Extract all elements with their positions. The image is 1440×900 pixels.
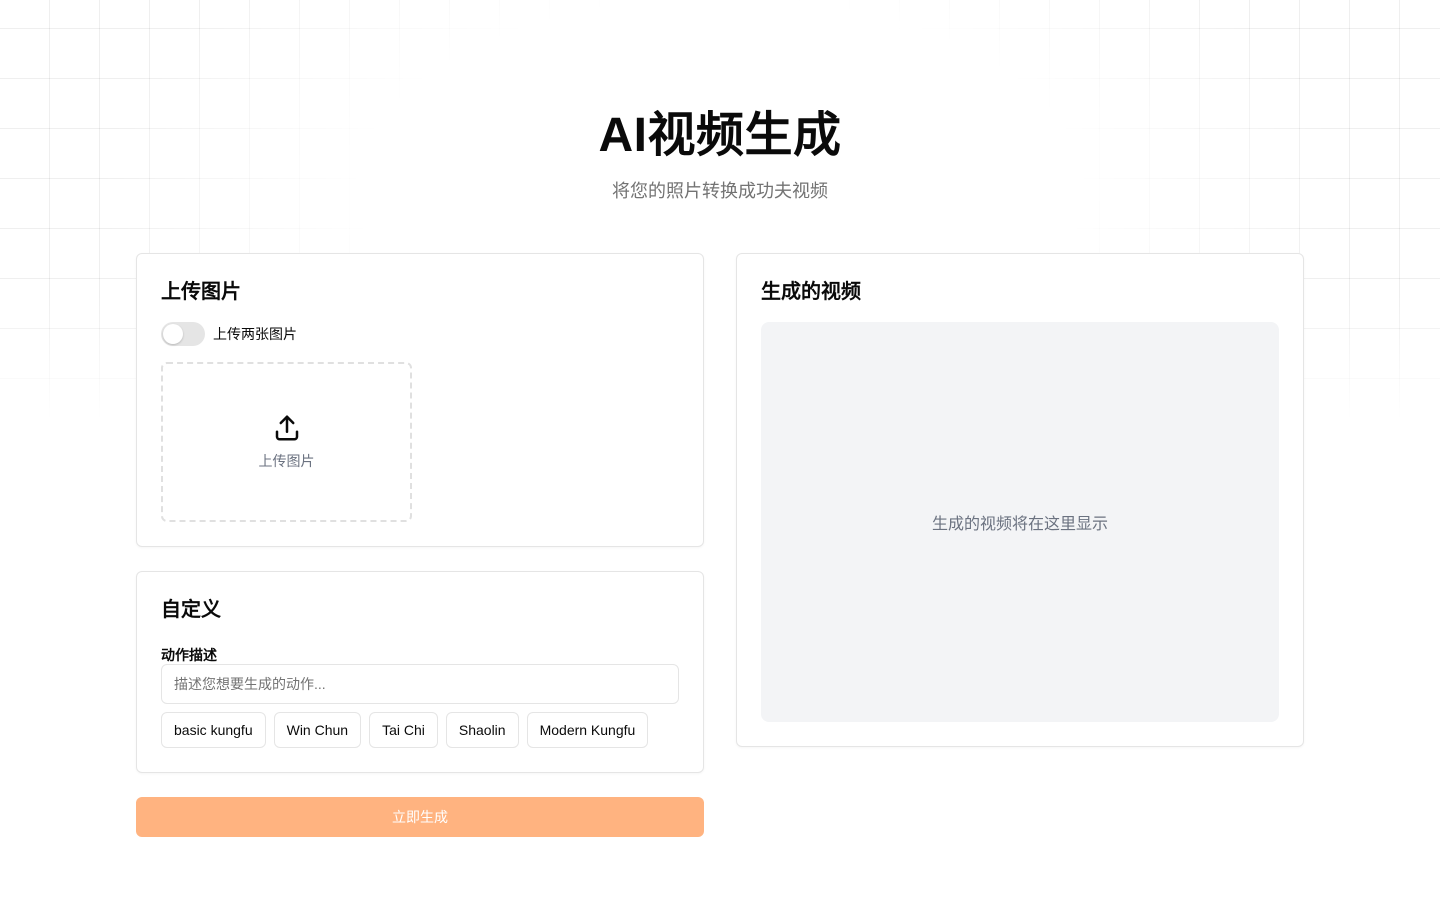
video-placeholder-text: 生成的视频将在这里显示 [931,516,1108,533]
custom-card-title: 自定义 [161,599,221,621]
preset-shaolin[interactable]: Shaolin [445,712,519,748]
preset-modern-kungfu[interactable]: Modern Kungfu [526,712,649,748]
page: AI视频生成 将您的照片转换成功夫视频 上传图片 上传两张图片 上传图片 自定义… [0,0,1440,900]
two-images-toggle-label: 上传两张图片 [213,326,297,342]
page-header: AI视频生成 将您的照片转换成功夫视频 [0,104,1440,204]
motion-description-input[interactable] [161,664,679,704]
page-subtitle: 将您的照片转换成功夫视频 [612,181,828,201]
two-images-switch[interactable] [161,322,205,346]
page-title: AI视频生成 [598,109,842,162]
video-preview-area: 生成的视频将在这里显示 [761,322,1279,722]
motion-description-label: 动作描述 [161,647,217,663]
video-card-title: 生成的视频 [761,281,861,303]
custom-card: 自定义 动作描述 basic kungfu Win Chun Tai Chi S… [136,571,704,773]
generate-button[interactable]: 立即生成 [136,797,704,837]
preset-win-chun[interactable]: Win Chun [273,712,362,748]
image-dropzone[interactable]: 上传图片 [161,362,412,522]
upload-card: 上传图片 上传两张图片 上传图片 [136,253,704,547]
upload-icon [275,415,298,441]
upload-card-title: 上传图片 [161,281,241,303]
switch-knob [163,324,183,344]
two-images-toggle-row: 上传两张图片 [161,322,297,346]
dropzone-label: 上传图片 [258,453,315,469]
preset-basic-kungfu[interactable]: basic kungfu [161,712,266,748]
preset-chips: basic kungfu Win Chun Tai Chi Shaolin Mo… [161,712,649,748]
preset-tai-chi[interactable]: Tai Chi [369,712,438,748]
video-card: 生成的视频 生成的视频将在这里显示 [736,253,1304,747]
